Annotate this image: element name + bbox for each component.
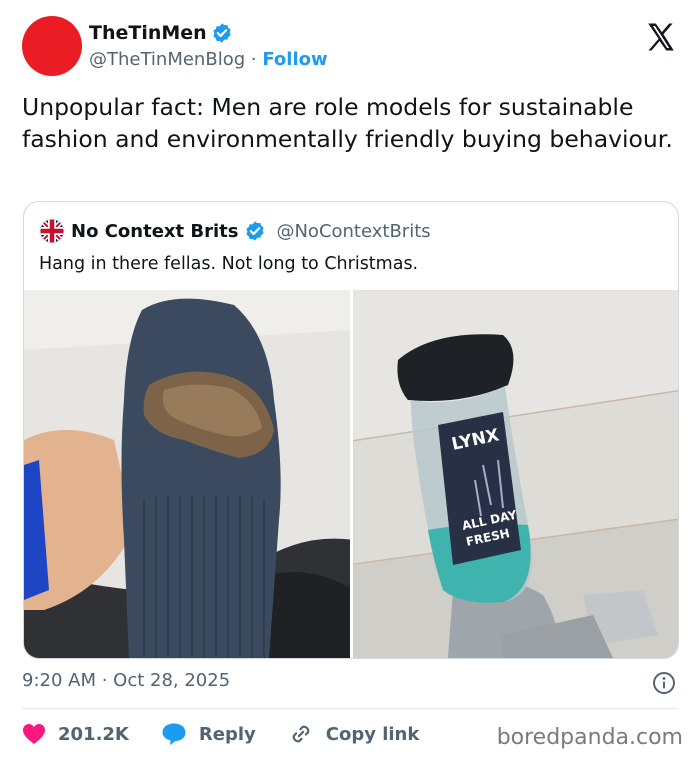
shower-gel-illustration: LYNX ALL DAY FRESH: [353, 290, 678, 658]
heart-icon: [23, 724, 45, 744]
verified-badge-icon: [246, 221, 265, 241]
photo-worn-sock[interactable]: [24, 290, 350, 658]
quoted-text: Hang in there fellas. Not long to Christ…: [39, 254, 419, 274]
quoted-author-handle[interactable]: @NoContextBrits: [276, 221, 430, 242]
x-logo-icon[interactable]: [644, 20, 678, 54]
uk-flag-icon: [39, 218, 65, 244]
copy-link-label: Copy link: [325, 723, 420, 745]
action-bar: 201.2K Reply Copy link: [22, 720, 451, 748]
quoted-author-name[interactable]: No Context Brits: [71, 221, 238, 242]
separator-dot: ·: [250, 49, 257, 70]
timestamp[interactable]: 9:20 AM · Oct 28, 2025: [22, 670, 230, 691]
verified-badge-icon: [213, 23, 231, 43]
link-icon: [292, 725, 310, 743]
tweet-header: TheTinMen @TheTinMenBlog · Follow: [22, 16, 678, 78]
author-avatar[interactable]: [22, 16, 82, 76]
follow-button[interactable]: Follow: [262, 49, 327, 70]
divider: [22, 708, 678, 709]
quoted-tweet[interactable]: No Context Brits @NoContextBrits Hang in…: [23, 201, 679, 659]
tweet-text: Unpopular fact: Men are role models for …: [22, 93, 673, 153]
author-handle-line: @TheTinMenBlog · Follow: [89, 47, 328, 73]
like-count: 201.2K: [58, 723, 129, 745]
photo-shower-gel[interactable]: LYNX ALL DAY FRESH: [353, 290, 678, 658]
reply-button[interactable]: Reply: [161, 722, 256, 746]
author-name[interactable]: TheTinMen: [89, 21, 207, 45]
author-names: TheTinMen @TheTinMenBlog · Follow: [89, 21, 328, 73]
info-icon[interactable]: [652, 671, 676, 695]
reply-label: Reply: [198, 723, 256, 745]
copy-link-button[interactable]: Copy link: [288, 721, 420, 747]
reply-bubble-icon: [162, 723, 186, 745]
author-name-line: TheTinMen: [89, 21, 328, 45]
sock-illustration: [24, 290, 350, 658]
quoted-header: No Context Brits @NoContextBrits: [39, 218, 431, 244]
watermark: boredpanda.com: [496, 725, 683, 750]
like-button[interactable]: 201.2K: [22, 723, 129, 745]
author-handle[interactable]: @TheTinMenBlog: [89, 49, 245, 70]
